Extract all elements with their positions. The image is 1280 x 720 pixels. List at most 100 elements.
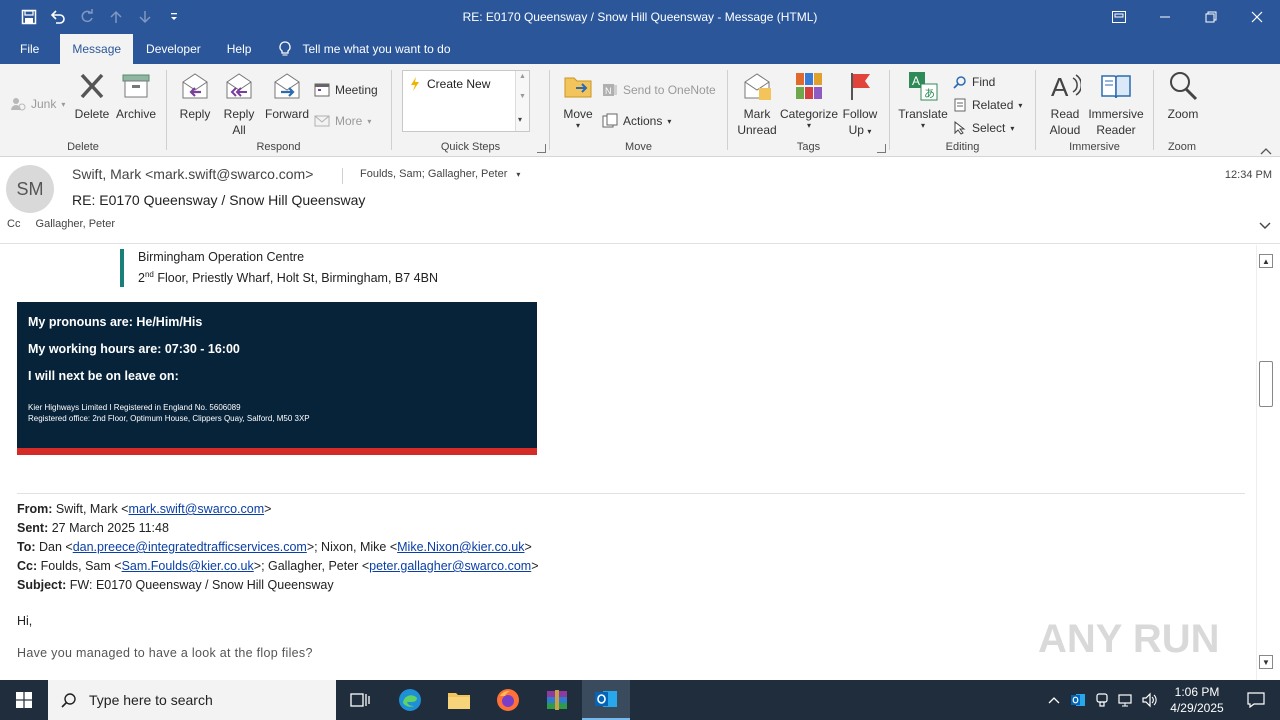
junk-icon — [11, 98, 26, 111]
notification-center-icon[interactable] — [1232, 680, 1280, 720]
categorize-icon — [796, 73, 822, 99]
translate-button[interactable]: Aあ Translate ▾ — [898, 70, 948, 130]
scrollbar-thumb[interactable] — [1259, 361, 1273, 407]
banner-leave: I will next be on leave on: — [28, 369, 179, 383]
chevron-down-icon: ▾ — [867, 127, 872, 136]
scroll-up-icon[interactable]: ▲ — [1259, 254, 1273, 268]
quick-steps-scrollbar[interactable]: ▲ ▼ ▾ — [515, 71, 529, 131]
select-button[interactable]: Select ▾ — [953, 118, 1014, 138]
close-icon[interactable] — [1234, 0, 1280, 34]
firefox-taskbar-button[interactable] — [484, 680, 532, 720]
taskbar-clock[interactable]: 1:06 PM 4/29/2025 — [1162, 684, 1232, 716]
restore-icon[interactable] — [1188, 0, 1234, 34]
tags-launcher-icon[interactable] — [877, 144, 886, 153]
network-icon[interactable] — [1114, 680, 1138, 720]
sender[interactable]: Swift, Mark <mark.swift@swarco.com> — [72, 166, 313, 182]
email-link[interactable]: Sam.Foulds@kier.co.uk — [122, 559, 254, 573]
tab-help[interactable]: Help — [214, 34, 265, 64]
start-button[interactable] — [0, 680, 48, 720]
winrar-taskbar-button[interactable] — [533, 680, 581, 720]
show-hidden-icons-icon[interactable] — [1042, 680, 1066, 720]
delete-button[interactable]: Delete — [74, 70, 110, 122]
create-new-quick-step[interactable]: Create New — [409, 77, 490, 91]
watermark-logo: ANY RUN — [1038, 616, 1220, 661]
next-item-icon[interactable] — [130, 0, 159, 34]
categorize-button[interactable]: Categorize ▾ — [780, 70, 838, 130]
outlook-taskbar-button[interactable] — [582, 680, 630, 720]
customize-qat-icon[interactable] — [159, 0, 188, 34]
quick-steps-gallery[interactable]: Create New ▲ ▼ ▾ — [402, 70, 530, 132]
tab-message[interactable]: Message — [60, 34, 134, 64]
taskbar-search[interactable]: Type here to search — [48, 680, 336, 720]
tab-file[interactable]: File — [0, 34, 60, 64]
ribbon-display-options-icon[interactable] — [1096, 0, 1142, 34]
chevron-down-icon: ▾ — [806, 121, 811, 130]
fwd-sent: Sent: 27 March 2025 11:48 — [17, 521, 169, 535]
redo-icon[interactable] — [72, 0, 101, 34]
meeting-button[interactable]: Meeting — [314, 80, 378, 100]
undo-icon[interactable] — [43, 0, 72, 34]
read-aloud-button[interactable]: A Read Aloud — [1046, 70, 1084, 138]
related-button[interactable]: Related ▾ — [953, 95, 1022, 115]
cc-value[interactable]: Gallagher, Peter — [36, 218, 116, 230]
email-link[interactable]: mark.swift@swarco.com — [128, 502, 264, 516]
actions-icon — [602, 113, 618, 128]
immersive-reader-button[interactable]: Immersive Reader — [1086, 70, 1146, 138]
move-button[interactable]: Move ▾ — [560, 70, 596, 130]
archive-button[interactable]: Archive — [115, 70, 157, 122]
editing-group: Aあ Translate ▾ Find Related ▾ Select ▾ E… — [890, 68, 1035, 155]
more-respond-button[interactable]: More ▾ — [314, 111, 371, 131]
follow-up-button[interactable]: Follow Up ▾ — [840, 70, 880, 140]
email-link[interactable]: Mike.Nixon@kier.co.uk — [397, 540, 524, 554]
outlook-tray-icon[interactable] — [1066, 680, 1090, 720]
scroll-down-icon[interactable]: ▼ — [519, 93, 526, 100]
send-to-onenote-button[interactable]: N Send to OneNote — [602, 80, 716, 100]
save-icon[interactable] — [14, 0, 43, 34]
avatar[interactable]: SM — [6, 165, 54, 213]
banner-legal-2: Registered office: 2nd Floor, Optimum Ho… — [28, 414, 310, 423]
immersive-reader-icon — [1101, 75, 1131, 99]
chevron-down-icon: ▾ — [516, 170, 521, 179]
collapse-ribbon-icon[interactable] — [1260, 144, 1272, 155]
tags-group-label: Tags — [796, 141, 821, 153]
email-link[interactable]: dan.preece@integratedtrafficservices.com — [73, 540, 307, 554]
tab-developer[interactable]: Developer — [133, 34, 214, 64]
reply-all-button[interactable]: Reply All — [221, 70, 257, 138]
taskbar: Type here to search 1:06 PM 4/29/2025 — [0, 680, 1280, 720]
body-scrollbar[interactable]: ▲ ▼ — [1256, 245, 1280, 680]
find-button[interactable]: Find — [953, 72, 995, 92]
task-view-button[interactable] — [336, 680, 384, 720]
forwarded-header: From: Swift, Mark <mark.swift@swarco.com… — [17, 500, 539, 595]
edge-taskbar-button[interactable] — [386, 680, 434, 720]
reply-button[interactable]: Reply — [177, 70, 213, 122]
mark-unread-button[interactable]: Mark Unread — [736, 70, 778, 138]
chevron-down-icon: ▾ — [667, 116, 672, 126]
expand-header-icon[interactable] — [1259, 219, 1271, 233]
actions-button[interactable]: Actions ▾ — [602, 111, 671, 131]
tell-me-box[interactable]: Tell me what you want to do — [264, 34, 451, 64]
recipients[interactable]: Foulds, Sam; Gallagher, Peter ▾ — [342, 168, 520, 184]
scroll-up-icon[interactable]: ▲ — [519, 73, 526, 80]
volume-icon[interactable] — [1138, 680, 1162, 720]
immersive-group: A Read Aloud Immersive Reader Immersive — [1036, 68, 1153, 155]
scroll-down-icon[interactable]: ▼ — [1259, 655, 1273, 669]
expand-gallery-icon[interactable]: ▾ — [518, 115, 522, 124]
minimize-icon[interactable] — [1142, 0, 1188, 34]
forward-button[interactable]: Forward — [264, 70, 310, 122]
chevron-down-icon: ▾ — [920, 121, 925, 130]
firefox-icon — [497, 689, 519, 711]
outlook-icon — [595, 691, 617, 707]
email-link[interactable]: peter.gallagher@swarco.com — [369, 559, 531, 573]
quick-steps-launcher-icon[interactable] — [537, 144, 546, 153]
move-group-label: Move — [625, 141, 652, 153]
junk-button[interactable]: Junk ▾ — [10, 94, 65, 114]
magnifier-icon — [1170, 72, 1198, 101]
device-tray-icon[interactable] — [1090, 680, 1114, 720]
previous-item-icon[interactable] — [101, 0, 130, 34]
folder-move-icon — [564, 77, 592, 98]
zoom-button[interactable]: Zoom — [1164, 70, 1202, 122]
greeting: Hi, — [17, 614, 33, 628]
file-explorer-taskbar-button[interactable] — [435, 680, 483, 720]
zoom-group-label: Zoom — [1167, 141, 1197, 153]
fwd-cc: Cc: Foulds, Sam <Sam.Foulds@kier.co.uk>;… — [17, 559, 539, 573]
